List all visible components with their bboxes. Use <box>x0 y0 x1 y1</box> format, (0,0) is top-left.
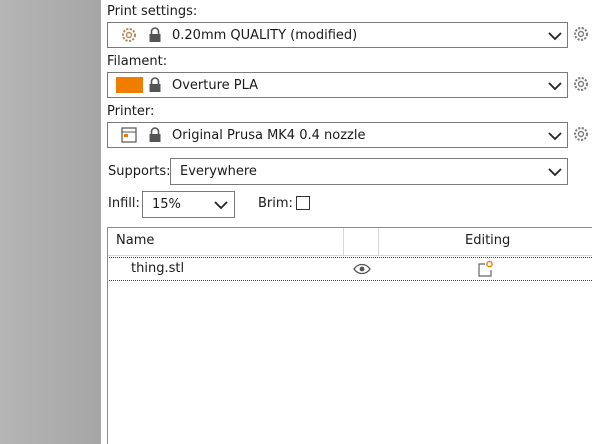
lock-icon <box>149 27 161 42</box>
supports-label: Supports: <box>108 164 171 179</box>
print-settings-combo[interactable]: 0.20mm QUALITY (modified) <box>107 22 568 48</box>
chevron-down-icon[interactable] <box>547 31 563 41</box>
table-row[interactable]: thing.stl <box>109 257 592 281</box>
brim-checkbox[interactable] <box>296 196 310 210</box>
object-list[interactable]: Name Editing thing.stl <box>107 227 592 444</box>
column-separator <box>378 228 379 256</box>
filament-label: Filament: <box>107 54 168 69</box>
printer-label: Printer: <box>107 104 155 119</box>
gear-icon[interactable] <box>572 125 590 143</box>
viewport-panel <box>0 0 101 444</box>
printer-value: Original Prusa MK4 0.4 nozzle <box>172 128 366 143</box>
chevron-down-icon[interactable] <box>547 81 563 91</box>
chevron-down-icon[interactable] <box>547 131 563 141</box>
supports-value: Everywhere <box>180 164 257 179</box>
chevron-down-icon[interactable] <box>547 167 563 177</box>
filament-combo[interactable]: Overture PLA <box>107 72 568 98</box>
print-settings-label: Print settings: <box>107 4 198 19</box>
filament-value: Overture PLA <box>172 78 259 93</box>
infill-label: Infill: <box>108 196 140 211</box>
supports-combo[interactable]: Everywhere <box>170 158 568 185</box>
gear-icon[interactable] <box>572 75 590 93</box>
lock-icon <box>149 127 161 142</box>
infill-combo[interactable]: 15% <box>142 191 235 218</box>
column-separator <box>343 228 344 256</box>
infill-value: 15% <box>152 197 181 212</box>
column-header-editing[interactable]: Editing <box>465 233 510 249</box>
gear-icon <box>122 28 136 42</box>
filament-color-swatch[interactable] <box>116 77 143 93</box>
eye-icon[interactable] <box>353 263 371 275</box>
chevron-down-icon[interactable] <box>213 200 229 210</box>
gear-icon[interactable] <box>572 25 590 43</box>
edit-settings-icon[interactable] <box>477 260 493 278</box>
printer-profile-icon <box>121 127 137 143</box>
brim-label: Brim: <box>258 196 293 211</box>
header-divider <box>108 255 592 256</box>
printer-combo[interactable]: Original Prusa MK4 0.4 nozzle <box>107 122 568 148</box>
print-settings-value: 0.20mm QUALITY (modified) <box>172 28 358 43</box>
column-header-name[interactable]: Name <box>116 233 154 249</box>
lock-icon <box>149 77 161 92</box>
object-name[interactable]: thing.stl <box>131 261 184 277</box>
